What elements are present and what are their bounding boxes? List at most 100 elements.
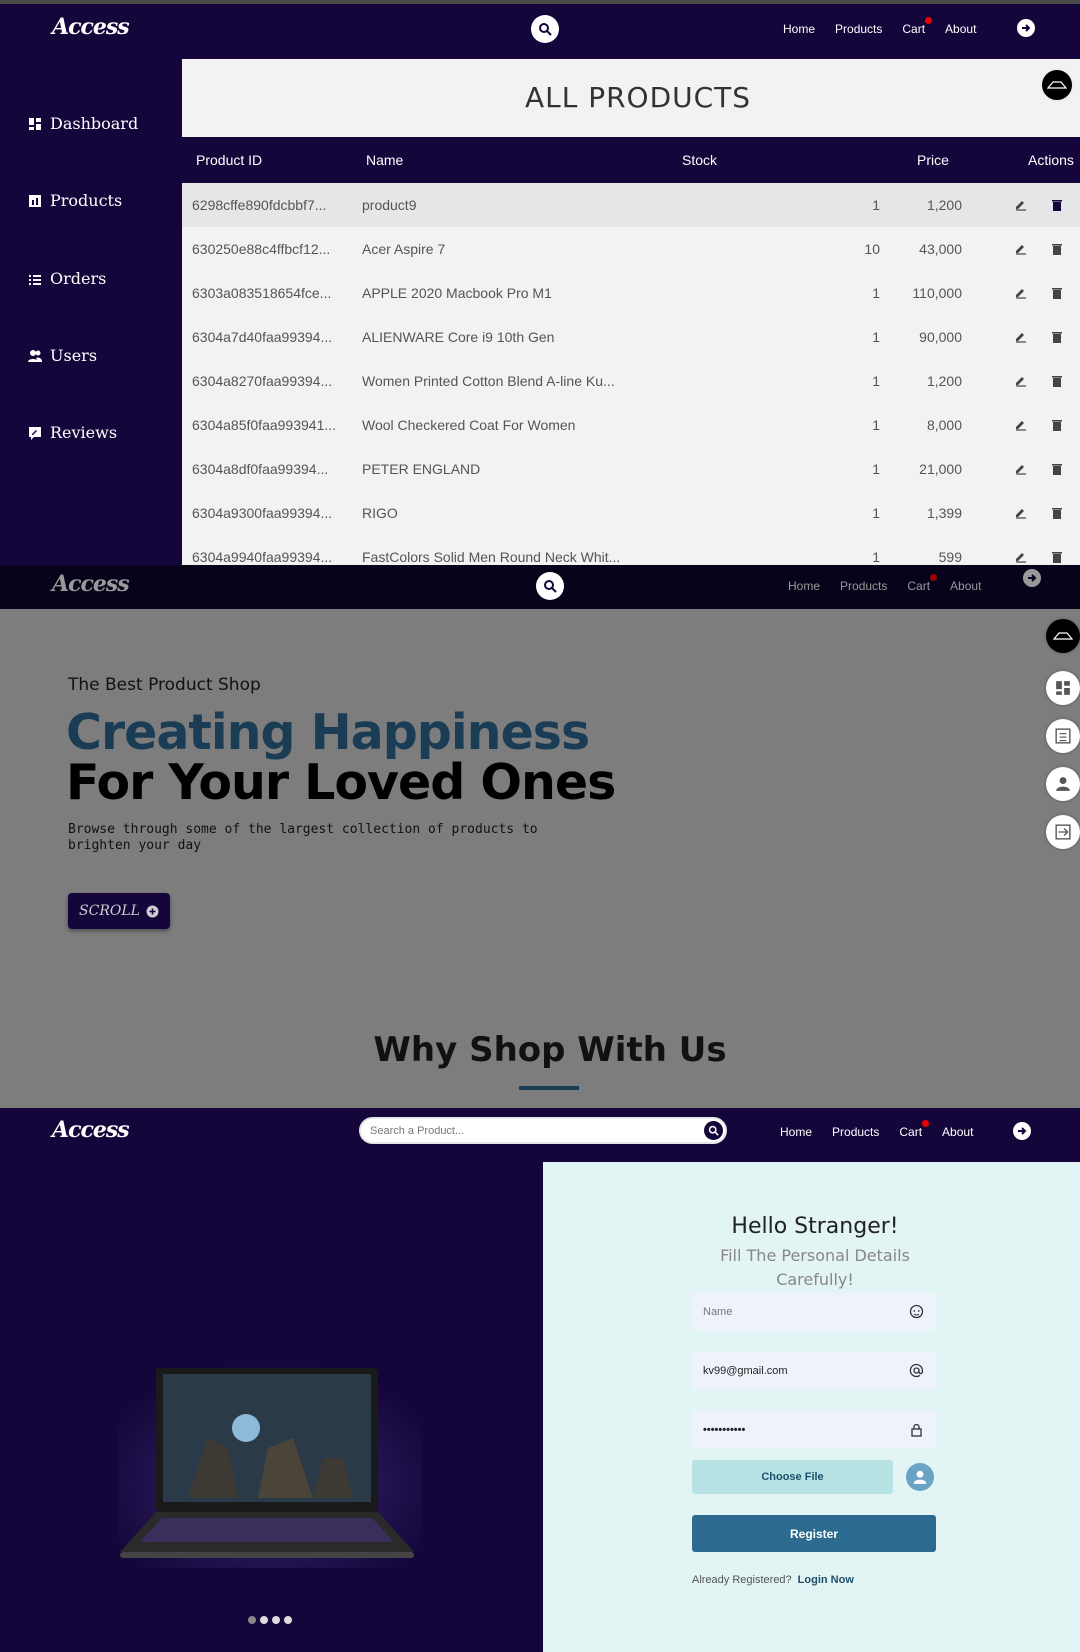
table-row: 6304a8270faa99394... Women Printed Cotton… [182, 359, 1080, 403]
edit-icon[interactable] [1014, 285, 1028, 299]
stock-cell: 1 [872, 549, 880, 565]
logo[interactable]: Access [52, 571, 130, 597]
dashboard-icon [29, 117, 41, 130]
table-row: 6304a9940faa99394... FastColors Solid Men… [182, 535, 1080, 565]
login-button[interactable] [1023, 569, 1041, 587]
top-navbar: Access Home Products Cart About [0, 0, 1080, 59]
logo[interactable]: Access [52, 14, 130, 40]
search-button[interactable] [704, 1121, 723, 1140]
login-button[interactable] [1017, 19, 1035, 37]
nav-about[interactable]: About [945, 22, 976, 36]
delete-icon[interactable] [1050, 286, 1064, 300]
sidebar-item-orders[interactable]: Orders [28, 269, 106, 288]
arrow-right-icon [1018, 1127, 1027, 1135]
edit-icon[interactable] [1014, 549, 1028, 563]
product-id-cell: 630250e88c4ffbcf12... [192, 241, 331, 257]
edit-icon[interactable] [1014, 417, 1028, 431]
sidebar-item-label: Orders [50, 269, 107, 288]
edit-icon[interactable] [1014, 461, 1028, 475]
product-id-cell: 6304a8270faa99394... [192, 373, 333, 389]
column-header: Price [917, 152, 949, 168]
nav-home[interactable]: Home [788, 579, 820, 593]
nav-cart[interactable]: Cart [899, 1120, 930, 1139]
delete-icon[interactable] [1050, 198, 1064, 212]
nav-cart[interactable]: Cart [902, 17, 933, 36]
speed-dial-logout[interactable] [1046, 815, 1080, 849]
password-field[interactable]: ••••••••••• [692, 1411, 936, 1448]
cart-badge [925, 17, 933, 24]
nav-home[interactable]: Home [783, 22, 815, 36]
stock-cell: 1 [872, 197, 880, 213]
login-button[interactable] [1013, 1122, 1031, 1140]
hero-headline-line1: Creating Happiness [66, 704, 590, 761]
nav-products[interactable]: Products [832, 1125, 879, 1139]
edit-icon[interactable] [1014, 197, 1028, 211]
login-now-link[interactable]: Login Now [798, 1574, 854, 1586]
delete-icon[interactable] [1050, 506, 1064, 520]
speed-dial-profile[interactable] [1046, 767, 1080, 801]
delete-icon[interactable] [1050, 462, 1064, 476]
speed-dial-orders[interactable] [1046, 719, 1080, 753]
table-row: 6304a85f0faa993941... Wool Checkered Coat… [182, 403, 1080, 447]
name-field[interactable]: Name [692, 1293, 936, 1330]
speed-dial-dashboard[interactable] [1046, 671, 1080, 705]
products-icon [29, 194, 41, 207]
sidebar-item-products[interactable]: Products [28, 191, 122, 210]
edit-icon[interactable] [1014, 241, 1028, 255]
edit-icon[interactable] [1014, 329, 1028, 343]
home-hero-screen: Access Home Products Cart About The Best… [0, 565, 1080, 1108]
nav-about[interactable]: About [950, 579, 981, 593]
search-button[interactable] [531, 15, 559, 43]
form-greeting: Hello Stranger! [731, 1214, 899, 1239]
choose-file-button[interactable]: Choose File [692, 1460, 893, 1494]
nav-cart[interactable]: Cart [907, 574, 938, 593]
register-screen: Access Search a Product... Home Products… [0, 1108, 1080, 1652]
stock-cell: 1 [872, 505, 880, 521]
logo[interactable]: Access [52, 1117, 130, 1143]
product-name-cell: PETER ENGLAND [362, 461, 481, 477]
person-icon [913, 1470, 927, 1484]
plus-circle-icon [146, 905, 159, 917]
table-row: 6304a9300faa99394... RIGO 1 1,399 [182, 491, 1080, 535]
email-value: kv99@gmail.com [703, 1365, 788, 1377]
arrow-right-icon [1028, 574, 1037, 582]
email-field[interactable]: kv99@gmail.com [692, 1352, 936, 1389]
sidebar-item-label: Users [50, 346, 98, 365]
nav-home[interactable]: Home [780, 1125, 812, 1139]
table-row: 630250e88c4ffbcf12... Acer Aspire 7 10 43,0… [182, 227, 1080, 271]
table-header: Product ID Name Stock Price Actions [182, 137, 1080, 183]
price-cell: 1,200 [926, 373, 962, 389]
delete-icon[interactable] [1050, 330, 1064, 344]
product-name-cell: APPLE 2020 Macbook Pro M1 [362, 285, 552, 301]
nav-products[interactable]: Products [840, 579, 887, 593]
nav-cart-label: Cart [907, 579, 931, 593]
carousel-dot[interactable] [272, 1616, 280, 1624]
nav-products[interactable]: Products [835, 22, 882, 36]
delete-icon[interactable] [1050, 550, 1064, 564]
delete-icon[interactable] [1050, 374, 1064, 388]
carousel-dot[interactable] [284, 1616, 292, 1624]
nav-about[interactable]: About [942, 1125, 973, 1139]
search-input[interactable]: Search a Product... [359, 1117, 727, 1144]
user-avatar[interactable] [1046, 619, 1080, 653]
search-button[interactable] [536, 572, 564, 600]
avatar-preview [906, 1463, 934, 1491]
price-cell: 110,000 [912, 285, 962, 301]
delete-icon[interactable] [1050, 242, 1064, 256]
edit-icon[interactable] [1014, 505, 1028, 519]
delete-icon[interactable] [1050, 418, 1064, 432]
nav-cart-label: Cart [902, 22, 926, 36]
search-placeholder: Search a Product... [370, 1125, 465, 1137]
sidebar-item-users[interactable]: Users [28, 346, 97, 365]
carousel-dot[interactable] [260, 1616, 268, 1624]
carousel-dot[interactable] [248, 1616, 256, 1624]
user-avatar[interactable] [1040, 68, 1074, 102]
cart-badge [922, 1120, 930, 1127]
column-header: Stock [682, 152, 718, 168]
sidebar-item-dashboard[interactable]: Dashboard [28, 114, 138, 133]
sidebar-item-reviews[interactable]: Reviews [28, 423, 117, 442]
edit-icon[interactable] [1014, 373, 1028, 387]
register-button[interactable]: Register [692, 1515, 936, 1552]
review-icon [29, 426, 41, 440]
scroll-button[interactable]: SCROLL [68, 893, 170, 929]
